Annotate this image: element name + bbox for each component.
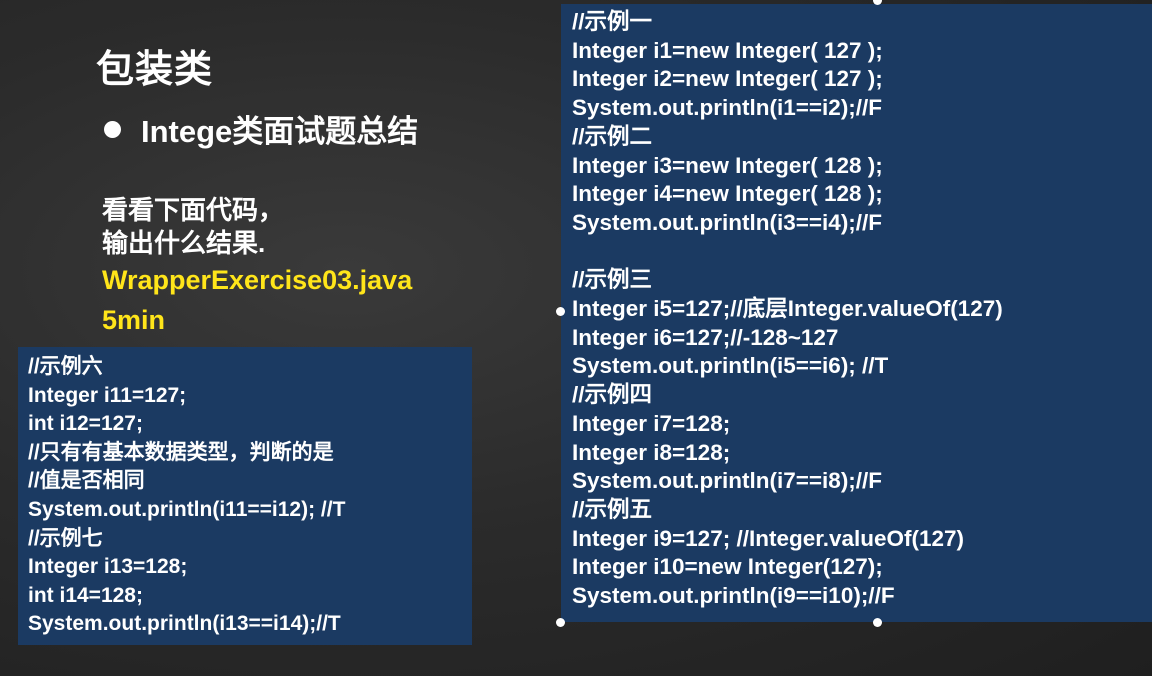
exercise-file-name: WrapperExercise03.java (102, 265, 413, 295)
code-line: //示例四 (572, 382, 653, 408)
code-line: Integer i5=127;//底层Integer.valueOf(127) (572, 296, 1003, 322)
resize-handle-bottom-left[interactable] (556, 618, 565, 627)
code-line: //示例三 (572, 267, 653, 293)
code-line: Integer i11=127; (28, 383, 187, 407)
code-box-right[interactable]: //示例一 Integer i1=new Integer( 127 ); Int… (561, 4, 1152, 622)
code-line: //示例一 (572, 9, 653, 34)
code-line: System.out.println(i5==i6); //T (572, 353, 889, 379)
code-line: Integer i10=new Integer(127); (572, 554, 883, 580)
slide: 包装类 Intege类面试题总结 看看下面代码， 输出什么结果. Wrapper… (0, 0, 1152, 676)
desc-line-1: 看看下面代码， (102, 195, 285, 225)
code-line: Integer i13=128; (28, 555, 188, 579)
code-line: Integer i9=127; //Integer.valueOf(127) (572, 525, 965, 551)
exercise-time: 5min (102, 305, 166, 335)
code-line: //只有有基本数据类型，判断的是 (28, 440, 334, 464)
code-line: Integer i6=127;//-128~127 (572, 324, 839, 350)
resize-handle-bottom[interactable] (873, 618, 882, 627)
code-line: int i12=127; (28, 412, 143, 436)
bullet-item: Intege类面试题总结 (104, 106, 418, 151)
code-line: int i14=128; (28, 583, 143, 607)
code-line: //示例六 (28, 355, 103, 378)
code-line: //示例七 (28, 526, 103, 550)
code-line: //示例五 (572, 496, 653, 522)
resize-handle-left[interactable] (556, 307, 565, 316)
code-line: Integer i7=128; (572, 410, 731, 436)
code-line: System.out.println(i1==i2);//F (572, 95, 883, 121)
code-line: Integer i2=new Integer( 127 ); (572, 66, 883, 92)
code-line: System.out.println(i11==i12); //T (28, 497, 346, 521)
code-line: System.out.println(i3==i4);//F (572, 209, 883, 235)
exercise-description: 看看下面代码， 输出什么结果. WrapperExercise03.java 5… (102, 194, 412, 340)
bullet-dot-icon (104, 121, 121, 138)
code-line: Integer i4=new Integer( 128 ); (572, 181, 883, 207)
code-box-left[interactable]: //示例六 Integer i11=127; int i12=127; //只有… (18, 347, 472, 645)
slide-title: 包装类 (96, 49, 214, 91)
code-line: //值是否相同 (28, 469, 145, 493)
bullet-text: Intege类面试题总结 (141, 114, 419, 149)
code-line: System.out.println(i9==i10);//F (572, 583, 895, 609)
code-line: Integer i3=new Integer( 128 ); (572, 152, 883, 178)
code-line: Integer i8=128; (572, 439, 731, 465)
code-line: System.out.println(i13==i14);//T (28, 612, 341, 636)
code-line: //示例二 (572, 123, 653, 149)
code-line: Integer i1=new Integer( 127 ); (572, 37, 883, 63)
desc-line-2: 输出什么结果. (102, 228, 266, 258)
code-line: System.out.println(i7==i8);//F (572, 468, 883, 494)
